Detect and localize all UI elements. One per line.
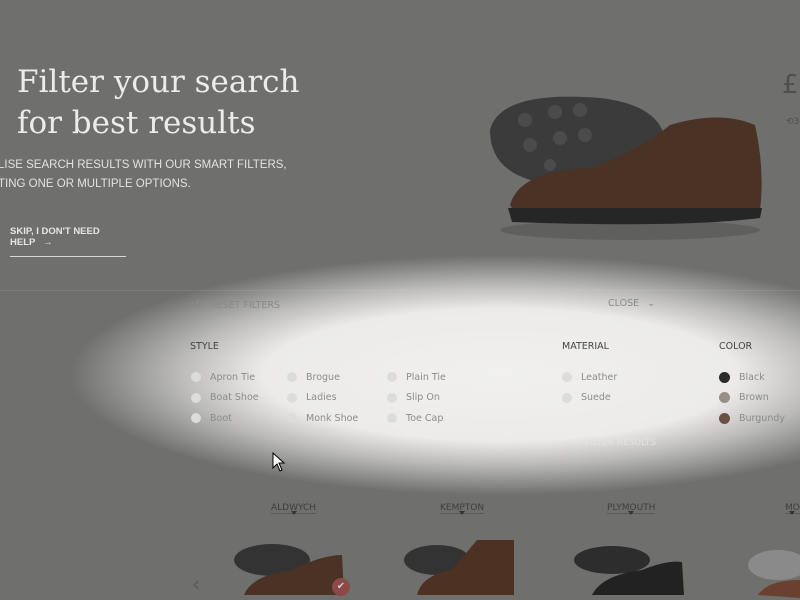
option-label: Plain Tie — [406, 371, 446, 383]
subtitle-line: LISE SEARCH RESULTS WITH OUR SMART FILTE… — [0, 159, 287, 171]
chevron-left-icon[interactable]: ‹ — [192, 572, 200, 596]
radio-icon — [387, 372, 397, 383]
radio-icon — [287, 413, 297, 424]
mouse-cursor — [272, 452, 286, 472]
style-option[interactable]: Slip On — [387, 388, 446, 409]
style-option[interactable]: Toe Cap — [387, 408, 446, 429]
option-label: Ladies — [306, 392, 337, 404]
color-option[interactable]: Black — [719, 367, 785, 388]
material-option[interactable]: Suede — [562, 388, 617, 409]
radio-icon — [562, 372, 572, 383]
color-column: Black Brown Burgundy — [719, 367, 785, 429]
radio-icon — [387, 413, 397, 424]
product-tab-partial[interactable]: MO — [785, 503, 800, 515]
option-label: Brown — [739, 392, 769, 404]
price-partial: £ — [782, 70, 799, 100]
style-option[interactable]: Ladies — [287, 388, 358, 409]
material-heading: MATERIAL — [562, 341, 609, 352]
style-option[interactable]: Apron Tie — [191, 367, 259, 388]
color-option[interactable]: Brown — [719, 388, 785, 409]
rotate-label: 36 — [793, 117, 800, 127]
product-image-kempton[interactable] — [402, 535, 522, 600]
filter-results-button[interactable]: FILTER RESULTS — [585, 438, 656, 448]
radio-icon — [287, 392, 297, 403]
title-line: Filter your search — [17, 64, 300, 100]
reset-filters-button[interactable]: ↺ RESET FILTERS — [190, 298, 280, 313]
arrow-right-icon: → — [43, 237, 53, 248]
radio-icon — [191, 392, 201, 403]
product-tab-plymouth[interactable]: PLYMOUTH — [607, 503, 656, 515]
skip-label: SKIP, I DON'T NEED HELP — [10, 226, 100, 248]
title-line: for best results — [17, 105, 256, 141]
color-option[interactable]: Burgundy — [719, 408, 785, 429]
subtitle: LISE SEARCH RESULTS WITH OUR SMART FILTE… — [0, 156, 287, 194]
option-label: Apron Tie — [210, 371, 256, 383]
reset-label: RESET FILTERS — [209, 300, 281, 311]
option-label: Boot — [210, 412, 232, 424]
style-option[interactable]: Monk Shoe — [287, 408, 358, 429]
option-label: Black — [739, 371, 765, 383]
option-label: Leather — [581, 371, 618, 383]
product-tab-aldwych[interactable]: ALDWYCH — [271, 503, 317, 515]
close-filters-button[interactable]: CLOSE ⌄ — [608, 298, 655, 309]
page-title: Filter your search for best results — [17, 62, 300, 144]
option-label: Brogue — [306, 371, 340, 383]
option-label: Burgundy — [739, 412, 786, 424]
subtitle-line: TING ONE OR MULTIPLE OPTIONS. — [0, 178, 191, 190]
style-option[interactable]: Boot — [191, 408, 259, 429]
color-heading: COLOR — [719, 341, 753, 352]
style-option[interactable]: Boat Shoe — [191, 388, 259, 409]
selected-check-icon: ✔ — [332, 578, 350, 596]
style-column: Apron Tie Boat Shoe Boot — [191, 367, 259, 429]
reset-icon: ↺ — [190, 298, 201, 313]
option-label: Monk Shoe — [306, 412, 359, 424]
option-label: Suede — [581, 392, 611, 404]
option-label: Slip On — [406, 392, 440, 404]
chevron-down-icon: ⌄ — [647, 298, 656, 309]
radio-icon — [191, 413, 201, 424]
rotate-360-button[interactable]: ⟲36 — [786, 117, 800, 127]
radio-icon — [287, 372, 297, 383]
product-image-plymouth[interactable] — [572, 540, 692, 600]
close-label: CLOSE — [608, 298, 640, 309]
style-column: Plain Tie Slip On Toe Cap — [387, 367, 446, 429]
radio-icon — [191, 372, 201, 383]
hero-shoe-image — [490, 96, 762, 240]
product-image-partial[interactable] — [748, 540, 800, 600]
option-label: Toe Cap — [406, 412, 444, 424]
color-swatch — [719, 412, 730, 424]
style-option[interactable]: Brogue — [287, 367, 358, 388]
radio-icon — [562, 392, 572, 403]
radio-icon — [387, 392, 397, 403]
style-option[interactable]: Plain Tie — [387, 367, 446, 388]
material-column: Leather Suede — [562, 367, 617, 408]
color-swatch — [719, 392, 730, 404]
style-heading: STYLE — [190, 341, 219, 352]
product-tab-kempton[interactable]: KEMPTON — [440, 503, 485, 515]
color-swatch — [719, 371, 730, 383]
style-column: Brogue Ladies Monk Shoe — [287, 367, 358, 429]
material-option[interactable]: Leather — [562, 367, 617, 388]
option-label: Boat Shoe — [210, 392, 259, 404]
